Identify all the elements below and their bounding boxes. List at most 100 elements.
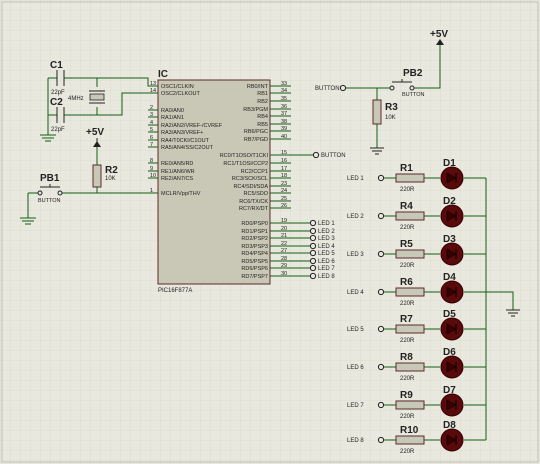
resistor-value: 220R xyxy=(400,225,415,231)
resistor-body xyxy=(395,249,425,259)
net-led-out-label: LED 2 xyxy=(318,229,335,235)
ic-pin-left-name: MCLR/Vpp/THV xyxy=(161,191,201,197)
resistor-ref: R10 xyxy=(400,425,419,436)
ic-ref: IC xyxy=(158,69,168,80)
c2-value: 22pF xyxy=(51,127,65,133)
net-terminal-dot xyxy=(377,436,385,444)
net-terminal-dot xyxy=(309,219,317,227)
net-led-out-label: LED 7 xyxy=(318,266,335,272)
ic-pin-left-name: RA3/AN3/VREF+ xyxy=(161,130,203,136)
net-terminal-dot xyxy=(377,212,385,220)
ic-pin-left-number: 14 xyxy=(150,88,156,94)
ic-pin-right-name: RC4/SDI/SDA xyxy=(233,184,268,190)
r3-value: 10K xyxy=(385,115,396,121)
resistor-ref: R9 xyxy=(400,390,413,401)
net-terminal-dot xyxy=(377,401,385,409)
led-row-net-label: LED 1 xyxy=(347,176,364,182)
resistor-value: 220R xyxy=(400,187,415,193)
resistor-body xyxy=(395,400,425,410)
pb1-value: BUTTON xyxy=(38,198,61,204)
ic-pin-right-name: RC7/RX/DT xyxy=(239,206,269,212)
resistor-ref: R4 xyxy=(400,201,413,212)
ic-pin-left-number: 13 xyxy=(150,81,156,87)
net-terminal-dot xyxy=(377,174,385,182)
led-ref: D4 xyxy=(443,272,456,283)
ic-pin-left-name: RA0/AN0 xyxy=(161,108,184,114)
ic-pin-left-number: 4 xyxy=(150,120,153,126)
ic-pin-right-name: RC5/SDO xyxy=(244,191,269,197)
led-ref: D3 xyxy=(443,234,456,245)
ic-pin-right-name: RD5/PSP5 xyxy=(241,259,268,265)
ic-pin-right-name: RB3/PGM xyxy=(243,107,268,113)
r2-value: 10K xyxy=(105,176,116,182)
resistor-ref: R7 xyxy=(400,314,413,325)
led-row-net-label: LED 2 xyxy=(347,214,364,220)
ic-pin-left-number: 6 xyxy=(150,135,153,141)
net-led-out-label: LED 4 xyxy=(318,244,335,250)
resistor-body xyxy=(395,173,425,183)
ic-pin-right-name: RD2/PSP2 xyxy=(241,236,268,242)
ic-pin-right-number: 28 xyxy=(281,256,287,262)
ic-pin-right-name: RC6/TX/CK xyxy=(239,199,268,205)
net-terminal-dot xyxy=(309,249,317,257)
ic-pin-right-name: RB5 xyxy=(257,122,268,128)
resistor-body xyxy=(395,211,425,221)
ic-pin-right-number: 40 xyxy=(281,134,287,140)
ic-pin-right-number: 23 xyxy=(281,181,287,187)
ic-pin-right-number: 21 xyxy=(281,233,287,239)
net-terminal-dot xyxy=(309,227,317,235)
ic-pin-right-number: 39 xyxy=(281,126,287,132)
net-button-out-label: BUTTON xyxy=(321,153,346,159)
ic-pin-right-name: RC3/SCK/SCL xyxy=(232,176,268,182)
resistor-ref: R5 xyxy=(400,239,413,250)
net-terminal-dot xyxy=(309,242,317,250)
net-terminal-dot xyxy=(377,363,385,371)
led-row-net-label: LED 8 xyxy=(347,438,364,444)
ic-pin-right-number: 26 xyxy=(281,203,287,209)
ic-pin-left-number: 7 xyxy=(150,142,153,148)
resistor-body xyxy=(395,287,425,297)
ic-pin-right-number: 36 xyxy=(281,104,287,110)
ic-pin-left-number: 8 xyxy=(150,158,153,164)
ic-pin-left-name: RE1/AN6/WR xyxy=(161,169,195,175)
ic-pin-left-number: 1 xyxy=(150,188,153,194)
led-ref: D1 xyxy=(443,158,456,169)
c2-ref: C2 xyxy=(50,97,63,108)
led-ref: D2 xyxy=(443,196,456,207)
ic-pin-right-name: RD6/PSP6 xyxy=(241,266,268,272)
led-row-net-label: LED 6 xyxy=(347,365,364,371)
resistor-body xyxy=(395,362,425,372)
ic-pin-right-number: 38 xyxy=(281,119,287,125)
resistor-body xyxy=(395,324,425,334)
net-terminal-dot xyxy=(312,151,320,159)
ic-pin-right-name: RB4 xyxy=(257,114,268,120)
ic-pin-right-number: 34 xyxy=(281,88,287,94)
ic-pin-right-name: RB1 xyxy=(257,91,268,97)
ic-pin-right-number: 33 xyxy=(281,81,287,87)
r2-ref: R2 xyxy=(105,165,118,176)
ic-pin-right-number: 35 xyxy=(281,96,287,102)
ic-pin-right-name: RC2/CCP1 xyxy=(241,169,268,175)
ic-pin-right-name: RD4/PSP4 xyxy=(241,251,268,257)
ic-pin-left-name: RA2/AN2/VREF-/CVREF xyxy=(161,123,223,129)
ic-pin-right-name: RD7/PSP7 xyxy=(241,274,268,280)
net-terminal-dot xyxy=(377,288,385,296)
led-row-net-label: LED 3 xyxy=(347,252,364,258)
resistor-value: 220R xyxy=(400,263,415,269)
ic-pin-left-name: RE2/AN7/CS xyxy=(161,176,193,182)
ic-pin-right-number: 15 xyxy=(281,150,287,156)
ic-pin-left-name: OSC1/CLKIN xyxy=(161,84,194,90)
ic-pin-left-number: 9 xyxy=(150,166,153,172)
ic-pin-right-number: 37 xyxy=(281,111,287,117)
ic-pin-left-number: 2 xyxy=(150,105,153,111)
ic-pin-right-number: 18 xyxy=(281,173,287,179)
resistor-r3[interactable]: R3 10K xyxy=(372,99,398,125)
net-led-out-label: LED 1 xyxy=(318,221,335,227)
net-led-out-label: LED 8 xyxy=(318,274,335,280)
resistor-body xyxy=(395,435,425,445)
net-terminal-dot xyxy=(309,257,317,265)
ic-pin-right-number: 20 xyxy=(281,226,287,232)
ic-pin-left-number: 3 xyxy=(150,112,153,118)
ic-pin-left-name: OSC2/CLKOUT xyxy=(161,91,200,97)
ic-pin-left-number: 10 xyxy=(150,173,156,179)
